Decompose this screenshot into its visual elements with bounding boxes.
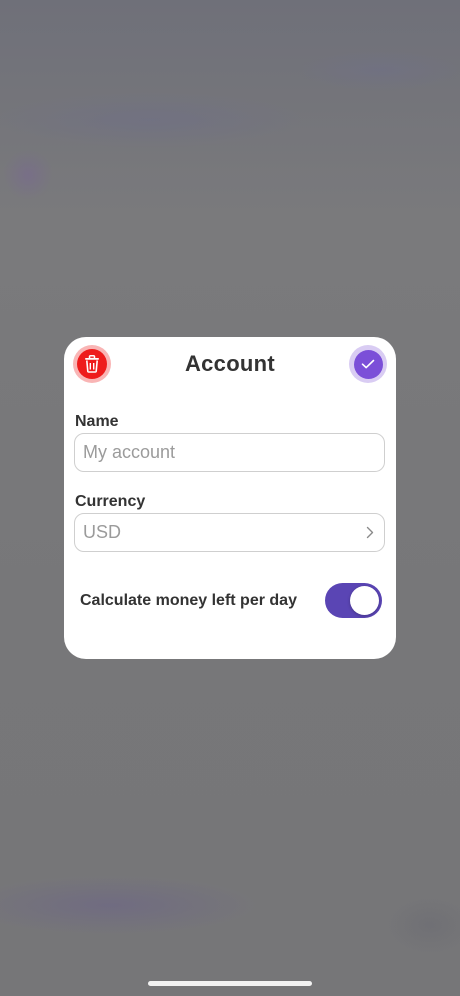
save-account-button[interactable] [349, 345, 387, 383]
home-indicator[interactable] [148, 981, 312, 986]
dialog-title: Account [184, 351, 276, 376]
name-label: Name [75, 413, 119, 430]
chevron-right-icon [366, 526, 374, 539]
daily-calculation-toggle[interactable] [325, 583, 382, 618]
currency-label: Currency [75, 493, 146, 510]
currency-select[interactable]: USD [74, 513, 385, 552]
check-icon [361, 359, 375, 369]
daily-calculation-label: Calculate money left per day [80, 592, 297, 609]
toggle-knob[interactable] [350, 586, 379, 615]
currency-value: USD [83, 522, 122, 542]
confirm-button-circle [353, 349, 383, 379]
account-dialog: Account Name Currency USD Calculate mone… [64, 337, 396, 659]
account-name-input[interactable] [74, 433, 385, 472]
